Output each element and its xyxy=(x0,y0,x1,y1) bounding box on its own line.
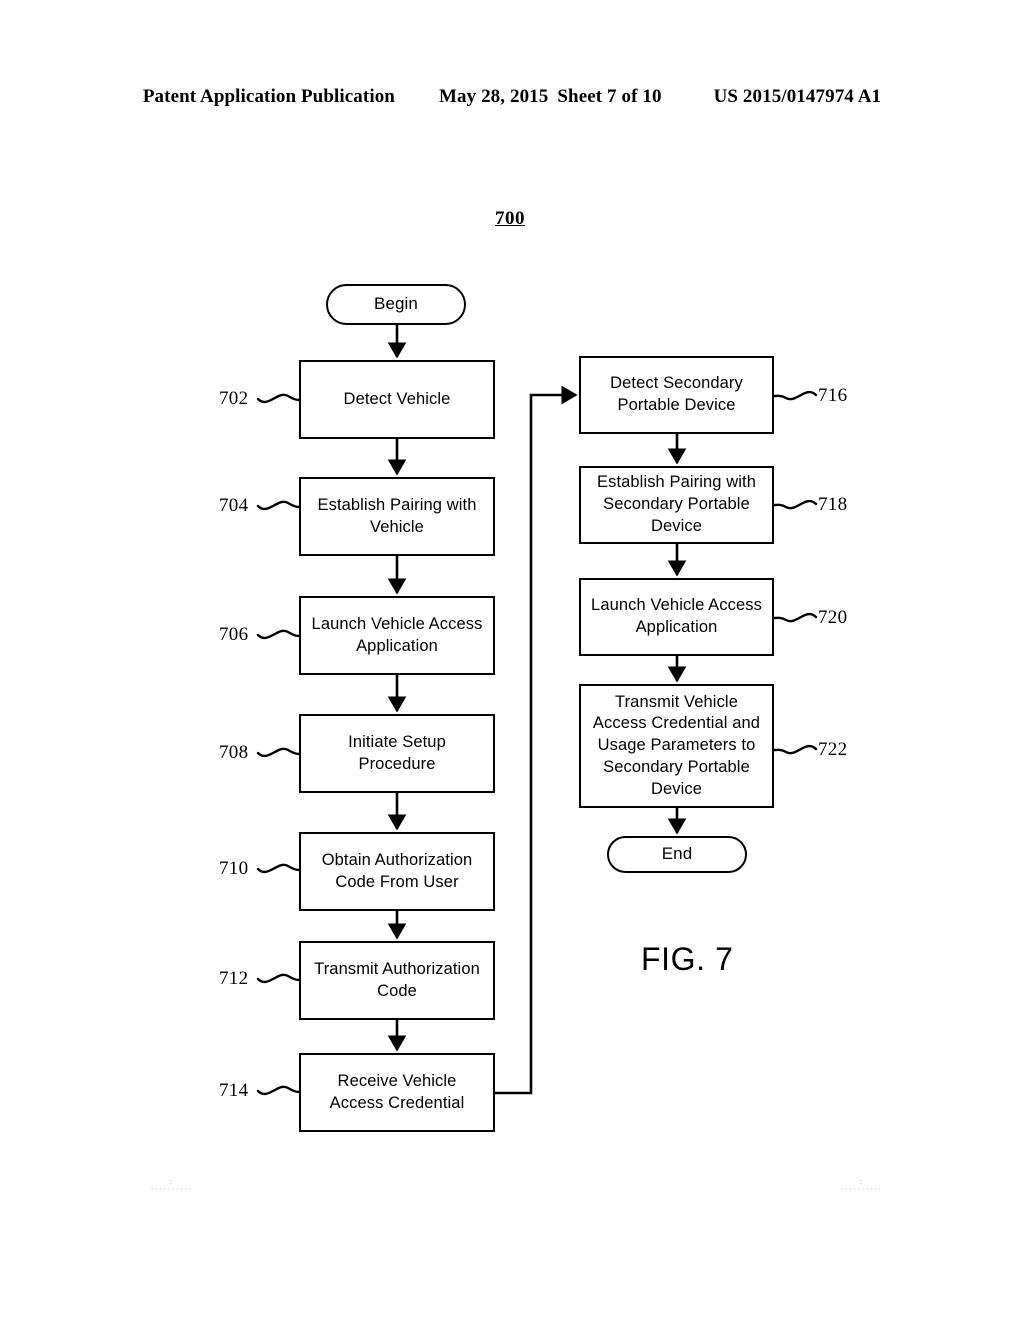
figure-label: FIG. 7 xyxy=(641,941,734,977)
reference-numeral-720: 720 xyxy=(818,607,848,628)
flow-step-720: Launch Vehicle Access Application xyxy=(579,578,774,656)
flow-step-708: Initiate Setup Procedure xyxy=(299,714,495,793)
flow-step-706: Launch Vehicle Access Application xyxy=(299,596,495,675)
flow-terminal-begin: Begin xyxy=(326,284,466,325)
flowchart-connectors xyxy=(256,325,818,1096)
reference-numeral-712: 712 xyxy=(219,968,249,989)
flow-step-718: Establish Pairing with Secondary Portabl… xyxy=(579,466,774,544)
flow-step-722: Transmit Vehicle Access Credential and U… xyxy=(579,684,774,808)
flow-step-702: Detect Vehicle xyxy=(299,360,495,439)
flow-step-716: Detect Secondary Portable Device xyxy=(579,356,774,434)
reference-numeral-704: 704 xyxy=(219,495,249,516)
reference-numeral-706: 706 xyxy=(219,624,249,645)
flow-step-712: Transmit Authorization Code xyxy=(299,941,495,1020)
flow-step-714: Receive Vehicle Access Credential xyxy=(299,1053,495,1132)
reference-numeral-718: 718 xyxy=(818,494,848,515)
registration-mark-left: : ·········· xyxy=(150,1180,192,1194)
flow-step-704: Establish Pairing with Vehicle xyxy=(299,477,495,556)
reference-numeral-702: 702 xyxy=(219,388,249,409)
reference-numeral-708: 708 xyxy=(219,742,249,763)
reference-numeral-722: 722 xyxy=(818,739,848,760)
flow-terminal-end: End xyxy=(607,836,747,873)
reference-numeral-710: 710 xyxy=(219,858,249,879)
registration-mark-right: : ·········· xyxy=(840,1180,882,1194)
registration-mark-left-horizontal: ·········· xyxy=(150,1186,193,1194)
registration-mark-right-horizontal: ·········· xyxy=(840,1186,883,1194)
flow-step-710: Obtain Authorization Code From User xyxy=(299,832,495,911)
reference-numeral-716: 716 xyxy=(818,385,848,406)
reference-numeral-714: 714 xyxy=(219,1080,249,1101)
